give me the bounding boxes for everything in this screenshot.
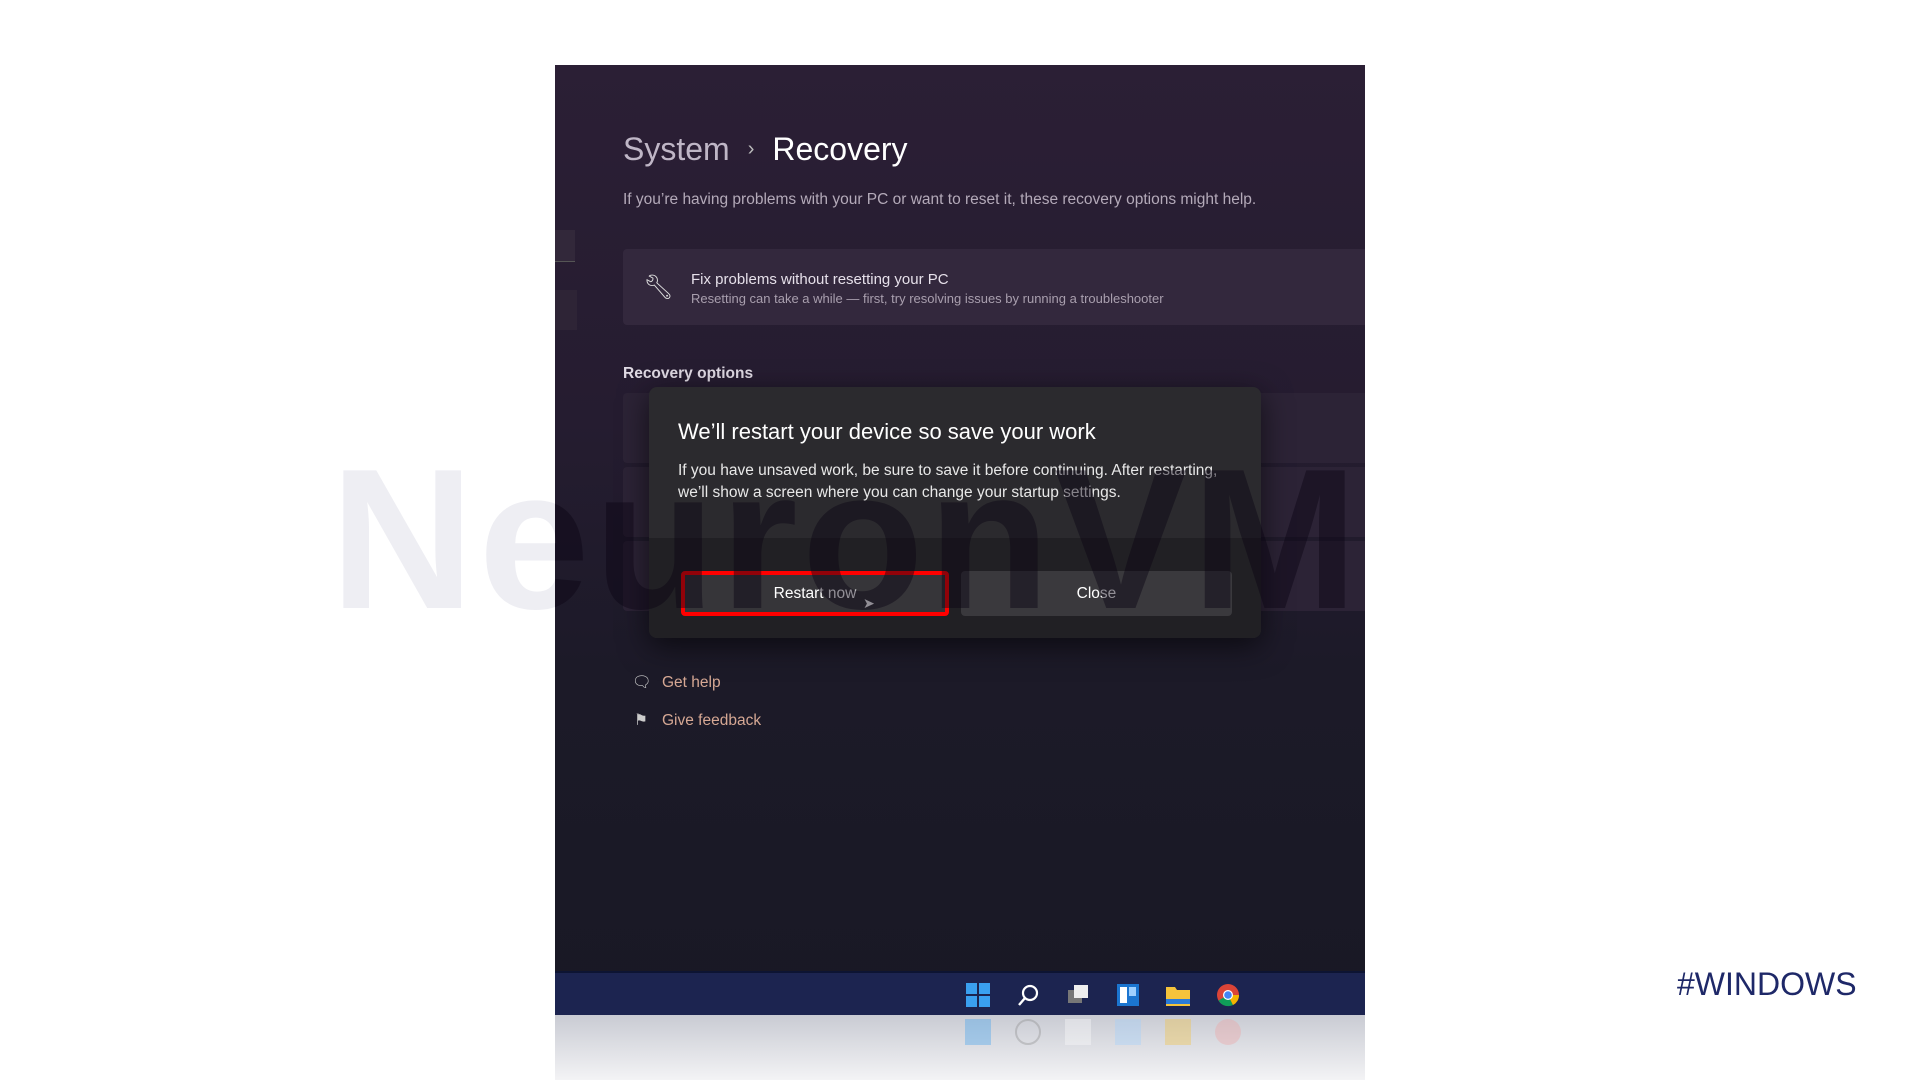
section-title: Recovery options — [623, 365, 754, 382]
page-title: Recovery — [772, 131, 908, 167]
chevron-right-icon: › — [747, 138, 755, 160]
widgets-icon-reflection — [1115, 1019, 1141, 1045]
give-feedback-label: Give feedback — [662, 711, 762, 729]
page-subtitle: If you’re having problems with your PC o… — [623, 191, 1257, 208]
get-help-link[interactable]: 🗨︎ Get help — [632, 673, 721, 692]
get-help-icon: 🗨︎ — [632, 674, 652, 691]
task-view-icon-reflection — [1065, 1019, 1091, 1045]
widgets-icon[interactable] — [1115, 982, 1141, 1008]
chrome-icon[interactable] — [1215, 982, 1241, 1008]
taskbar-reflection — [555, 1015, 1365, 1080]
feedback-icon: ⚑ — [634, 712, 648, 729]
breadcrumb-system[interactable]: System — [623, 131, 730, 168]
taskbar — [555, 971, 1365, 1015]
settings-window: System › Recovery If you’re having probl… — [555, 65, 1365, 1080]
fix-problems-card[interactable]: 🔧︎ Fix problems without resetting your P… — [623, 249, 1365, 325]
card-title: Fix problems without resetting your PC — [691, 271, 949, 288]
search-icon[interactable] — [1015, 982, 1041, 1008]
hashtag-label: #WINDOWS — [1677, 966, 1857, 1002]
card-subtitle: Resetting can take a while — first, try … — [691, 291, 1164, 306]
get-help-label: Get help — [662, 673, 721, 691]
wrench-icon: 🔧︎ — [643, 274, 674, 301]
search-icon-reflection — [1015, 1019, 1041, 1045]
watermark-overlay: NeuronVM — [555, 428, 1362, 651]
file-explorer-icon[interactable] — [1165, 982, 1191, 1008]
breadcrumb: System › Recovery — [623, 131, 908, 168]
start-icon-reflection — [965, 1019, 991, 1045]
give-feedback-link[interactable]: ⚑ Give feedback — [632, 711, 761, 730]
file-explorer-icon-reflection — [1165, 1019, 1191, 1045]
start-icon[interactable] — [965, 982, 991, 1008]
sidebar-item-fragment[interactable] — [555, 290, 577, 330]
chrome-icon-reflection — [1215, 1019, 1241, 1045]
sidebar-search-fragment[interactable] — [555, 230, 575, 262]
task-view-icon[interactable] — [1065, 982, 1091, 1008]
